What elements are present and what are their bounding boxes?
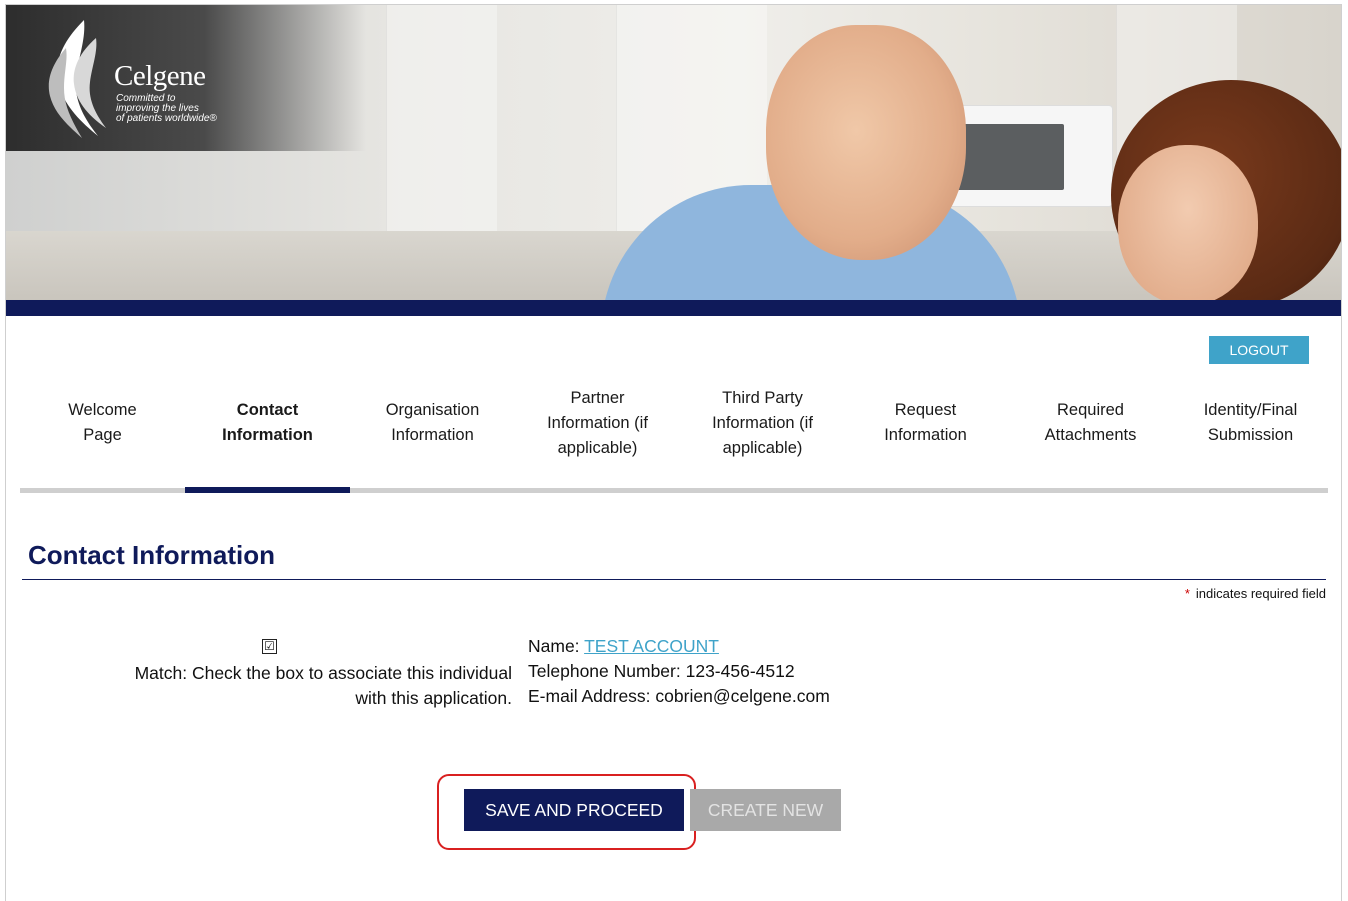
match-line-1: Match: Check the box to associate this i… bbox=[134, 663, 512, 683]
email-label: E-mail Address: bbox=[528, 686, 651, 706]
tab-third-party-information[interactable]: Third Party Information (if applicable) bbox=[680, 383, 845, 493]
tab-label: Partner Information (if applicable) bbox=[547, 389, 648, 457]
match-line-2: with this application. bbox=[355, 688, 512, 708]
tab-required-attachments[interactable]: Required Attachments bbox=[1008, 383, 1173, 493]
required-note-text: indicates required field bbox=[1195, 586, 1326, 601]
tab-label: Identity/Final Submission bbox=[1203, 401, 1298, 444]
tab-partner-information[interactable]: Partner Information (if applicable) bbox=[515, 383, 680, 493]
banner-man-head bbox=[766, 25, 966, 260]
banner-woman-face bbox=[1118, 145, 1258, 301]
tab-welcome-page[interactable]: Welcome Page bbox=[20, 383, 185, 493]
page-title: Contact Information bbox=[28, 540, 275, 570]
contact-phone-row: Telephone Number: 123-456-4512 bbox=[528, 659, 830, 684]
celgene-wordmark: Celgene bbox=[114, 60, 206, 92]
celgene-logo-mark-icon bbox=[48, 20, 106, 138]
create-new-button[interactable]: CREATE NEW bbox=[690, 789, 841, 831]
phone-label: Telephone Number: bbox=[528, 661, 681, 681]
celgene-tagline: Committed to improving the lives of pati… bbox=[116, 93, 217, 124]
logout-button[interactable]: LOGOUT bbox=[1209, 336, 1309, 364]
header-divider-bar bbox=[6, 300, 1341, 316]
active-tab-indicator bbox=[185, 487, 350, 493]
phone-value: 123-456-4512 bbox=[685, 661, 795, 681]
contact-details: Name: TEST ACCOUNT Telephone Number: 123… bbox=[528, 634, 830, 709]
email-value: cobrien@celgene.com bbox=[655, 686, 830, 706]
tab-label: Third Party Information (if applicable) bbox=[712, 389, 813, 457]
tab-organisation-information[interactable]: Organisation Information bbox=[350, 383, 515, 493]
required-field-note: * indicates required field bbox=[1185, 586, 1326, 601]
required-asterisk: * bbox=[1184, 586, 1190, 601]
match-instruction: Match: Check the box to associate this i… bbox=[40, 636, 512, 711]
tab-label: Required Attachments bbox=[1044, 401, 1137, 444]
wizard-tab-bar: Welcome Page Contact Information Organisat… bbox=[20, 383, 1328, 493]
tab-label: Organisation Information bbox=[385, 401, 480, 444]
banner-microwave bbox=[941, 105, 1113, 207]
tab-contact-information[interactable]: Contact Information bbox=[185, 383, 350, 493]
name-label: Name: bbox=[528, 636, 580, 656]
contact-email-row: E-mail Address: cobrien@celgene.com bbox=[528, 684, 830, 709]
tab-request-information[interactable]: Request Information bbox=[843, 383, 1008, 493]
contact-name-link[interactable]: TEST ACCOUNT bbox=[584, 636, 719, 656]
tab-label: Request Information bbox=[884, 401, 967, 444]
section-divider bbox=[22, 579, 1326, 580]
tab-label: Welcome Page bbox=[68, 401, 137, 444]
save-and-proceed-button[interactable]: SAVE AND PROCEED bbox=[464, 789, 684, 831]
celgene-logo: Celgene Committed to improving the lives… bbox=[36, 18, 276, 148]
tab-identity-final-submission[interactable]: Identity/Final Submission bbox=[1168, 383, 1333, 493]
tab-label: Contact Information bbox=[222, 401, 313, 444]
contact-name-row: Name: TEST ACCOUNT bbox=[528, 634, 830, 659]
